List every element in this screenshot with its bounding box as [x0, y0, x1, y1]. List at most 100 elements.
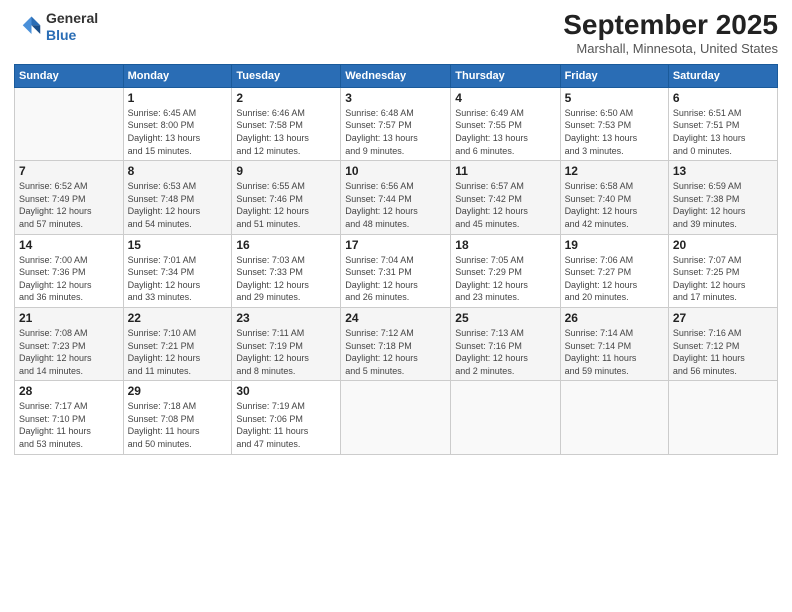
day-info: Sunrise: 6:56 AM Sunset: 7:44 PM Dayligh…	[345, 180, 446, 230]
calendar-cell: 7Sunrise: 6:52 AM Sunset: 7:49 PM Daylig…	[15, 161, 124, 234]
day-info: Sunrise: 7:18 AM Sunset: 7:08 PM Dayligh…	[128, 400, 228, 450]
calendar-week-2: 7Sunrise: 6:52 AM Sunset: 7:49 PM Daylig…	[15, 161, 778, 234]
day-number: 15	[128, 238, 228, 252]
calendar-cell: 8 Sunrise: 6:53 AM Sunset: 7:48 PM Daylig…	[123, 161, 232, 234]
header: General Blue September 2025 Marshall, Mi…	[14, 10, 778, 56]
calendar-cell: 15 Sunrise: 7:01 AM Sunset: 7:34 PM Dayli…	[123, 234, 232, 307]
day-info: Sunrise: 7:01 AM Sunset: 7:34 PM Dayligh…	[128, 254, 228, 304]
calendar-week-4: 21 Sunrise: 7:08 AM Sunset: 7:23 PM Dayli…	[15, 307, 778, 380]
page: General Blue September 2025 Marshall, Mi…	[0, 0, 792, 612]
day-number: 9	[236, 164, 336, 178]
calendar: SundayMondayTuesdayWednesdayThursdayFrid…	[14, 64, 778, 455]
day-info: Sunrise: 7:06 AM Sunset: 7:27 PM Dayligh…	[565, 254, 664, 304]
calendar-cell: 6 Sunrise: 6:51 AM Sunset: 7:51 PM Daylig…	[668, 87, 777, 160]
day-info: Sunrise: 6:50 AM Sunset: 7:53 PM Dayligh…	[565, 107, 664, 157]
day-number: 12	[565, 164, 664, 178]
day-number: 2	[236, 91, 336, 105]
day-number: 11	[455, 164, 555, 178]
calendar-week-5: 28Sunrise: 7:17 AM Sunset: 7:10 PM Dayli…	[15, 381, 778, 454]
day-info: Sunrise: 6:46 AM Sunset: 7:58 PM Dayligh…	[236, 107, 336, 157]
calendar-cell: 12 Sunrise: 6:58 AM Sunset: 7:40 PM Dayli…	[560, 161, 668, 234]
calendar-cell: 27 Sunrise: 7:16 AM Sunset: 7:12 PM Dayli…	[668, 307, 777, 380]
day-number: 20	[673, 238, 773, 252]
calendar-cell: 22 Sunrise: 7:10 AM Sunset: 7:21 PM Dayli…	[123, 307, 232, 380]
day-number: 13	[673, 164, 773, 178]
calendar-cell: 11 Sunrise: 6:57 AM Sunset: 7:42 PM Dayli…	[451, 161, 560, 234]
calendar-cell: 5 Sunrise: 6:50 AM Sunset: 7:53 PM Daylig…	[560, 87, 668, 160]
month-title: September 2025	[563, 10, 778, 41]
day-number: 6	[673, 91, 773, 105]
day-info: Sunrise: 6:58 AM Sunset: 7:40 PM Dayligh…	[565, 180, 664, 230]
calendar-cell: 9 Sunrise: 6:55 AM Sunset: 7:46 PM Daylig…	[232, 161, 341, 234]
day-info: Sunrise: 6:59 AM Sunset: 7:38 PM Dayligh…	[673, 180, 773, 230]
logo: General Blue	[14, 10, 98, 44]
calendar-week-3: 14 Sunrise: 7:00 AM Sunset: 7:36 PM Dayli…	[15, 234, 778, 307]
day-info: Sunrise: 7:11 AM Sunset: 7:19 PM Dayligh…	[236, 327, 336, 377]
calendar-cell: 18 Sunrise: 7:05 AM Sunset: 7:29 PM Dayli…	[451, 234, 560, 307]
calendar-cell: 26Sunrise: 7:14 AM Sunset: 7:14 PM Dayli…	[560, 307, 668, 380]
calendar-week-1: 1 Sunrise: 6:45 AM Sunset: 8:00 PM Daylig…	[15, 87, 778, 160]
day-number: 8	[128, 164, 228, 178]
day-info: Sunrise: 7:05 AM Sunset: 7:29 PM Dayligh…	[455, 254, 555, 304]
weekday-header-saturday: Saturday	[668, 64, 777, 87]
title-block: September 2025 Marshall, Minnesota, Unit…	[563, 10, 778, 56]
day-info: Sunrise: 6:55 AM Sunset: 7:46 PM Dayligh…	[236, 180, 336, 230]
calendar-cell: 23 Sunrise: 7:11 AM Sunset: 7:19 PM Dayli…	[232, 307, 341, 380]
day-number: 22	[128, 311, 228, 325]
calendar-cell: 30Sunrise: 7:19 AM Sunset: 7:06 PM Dayli…	[232, 381, 341, 454]
calendar-cell	[668, 381, 777, 454]
logo-icon	[14, 13, 42, 41]
calendar-cell	[15, 87, 124, 160]
location-title: Marshall, Minnesota, United States	[563, 41, 778, 56]
day-number: 29	[128, 384, 228, 398]
day-number: 1	[128, 91, 228, 105]
day-number: 14	[19, 238, 119, 252]
day-number: 4	[455, 91, 555, 105]
calendar-cell: 24Sunrise: 7:12 AM Sunset: 7:18 PM Dayli…	[341, 307, 451, 380]
day-number: 26	[565, 311, 664, 325]
calendar-cell	[560, 381, 668, 454]
day-info: Sunrise: 6:51 AM Sunset: 7:51 PM Dayligh…	[673, 107, 773, 157]
logo-line1: General	[46, 10, 98, 27]
day-number: 17	[345, 238, 446, 252]
calendar-cell: 10Sunrise: 6:56 AM Sunset: 7:44 PM Dayli…	[341, 161, 451, 234]
day-info: Sunrise: 7:13 AM Sunset: 7:16 PM Dayligh…	[455, 327, 555, 377]
day-info: Sunrise: 7:16 AM Sunset: 7:12 PM Dayligh…	[673, 327, 773, 377]
calendar-cell: 21 Sunrise: 7:08 AM Sunset: 7:23 PM Dayli…	[15, 307, 124, 380]
day-number: 5	[565, 91, 664, 105]
day-info: Sunrise: 7:07 AM Sunset: 7:25 PM Dayligh…	[673, 254, 773, 304]
day-info: Sunrise: 6:52 AM Sunset: 7:49 PM Dayligh…	[19, 180, 119, 230]
calendar-cell: 28Sunrise: 7:17 AM Sunset: 7:10 PM Dayli…	[15, 381, 124, 454]
calendar-cell: 16Sunrise: 7:03 AM Sunset: 7:33 PM Dayli…	[232, 234, 341, 307]
day-info: Sunrise: 6:49 AM Sunset: 7:55 PM Dayligh…	[455, 107, 555, 157]
day-info: Sunrise: 6:45 AM Sunset: 8:00 PM Dayligh…	[128, 107, 228, 157]
day-number: 23	[236, 311, 336, 325]
calendar-cell: 19 Sunrise: 7:06 AM Sunset: 7:27 PM Dayli…	[560, 234, 668, 307]
calendar-cell	[341, 381, 451, 454]
calendar-cell: 20 Sunrise: 7:07 AM Sunset: 7:25 PM Dayli…	[668, 234, 777, 307]
weekday-header-tuesday: Tuesday	[232, 64, 341, 87]
day-number: 24	[345, 311, 446, 325]
day-number: 18	[455, 238, 555, 252]
calendar-cell: 4 Sunrise: 6:49 AM Sunset: 7:55 PM Daylig…	[451, 87, 560, 160]
day-info: Sunrise: 7:08 AM Sunset: 7:23 PM Dayligh…	[19, 327, 119, 377]
day-info: Sunrise: 7:00 AM Sunset: 7:36 PM Dayligh…	[19, 254, 119, 304]
calendar-cell: 29 Sunrise: 7:18 AM Sunset: 7:08 PM Dayli…	[123, 381, 232, 454]
day-info: Sunrise: 6:48 AM Sunset: 7:57 PM Dayligh…	[345, 107, 446, 157]
logo-text: General Blue	[46, 10, 98, 44]
day-info: Sunrise: 6:57 AM Sunset: 7:42 PM Dayligh…	[455, 180, 555, 230]
day-number: 27	[673, 311, 773, 325]
logo-line2: Blue	[46, 27, 98, 44]
day-number: 19	[565, 238, 664, 252]
day-number: 21	[19, 311, 119, 325]
calendar-cell: 14 Sunrise: 7:00 AM Sunset: 7:36 PM Dayli…	[15, 234, 124, 307]
day-number: 30	[236, 384, 336, 398]
day-info: Sunrise: 6:53 AM Sunset: 7:48 PM Dayligh…	[128, 180, 228, 230]
weekday-header-monday: Monday	[123, 64, 232, 87]
calendar-cell: 1 Sunrise: 6:45 AM Sunset: 8:00 PM Daylig…	[123, 87, 232, 160]
day-info: Sunrise: 7:10 AM Sunset: 7:21 PM Dayligh…	[128, 327, 228, 377]
day-info: Sunrise: 7:04 AM Sunset: 7:31 PM Dayligh…	[345, 254, 446, 304]
calendar-cell	[451, 381, 560, 454]
calendar-cell: 17 Sunrise: 7:04 AM Sunset: 7:31 PM Dayli…	[341, 234, 451, 307]
day-number: 25	[455, 311, 555, 325]
